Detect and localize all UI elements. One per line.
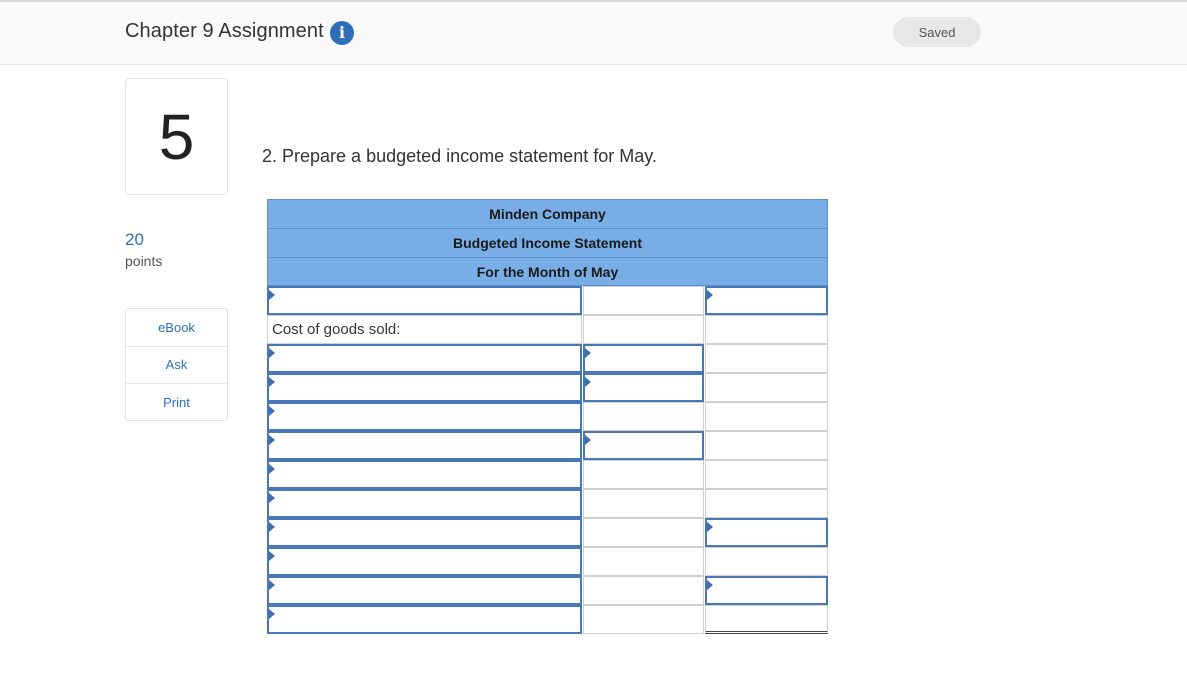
empty-cell [583, 547, 704, 576]
account-name-dropdown[interactable] [267, 605, 582, 634]
empty-cell [583, 489, 704, 518]
empty-cell [583, 576, 704, 605]
dropdown-arrow-icon [269, 551, 275, 561]
empty-cell [705, 460, 828, 489]
statement-title: Budgeted Income Statement [267, 228, 828, 257]
statement-row [267, 605, 828, 634]
statement-row [267, 373, 828, 402]
empty-cell [583, 605, 704, 634]
statement-row [267, 518, 828, 547]
amount-input[interactable] [705, 286, 828, 315]
empty-cell [705, 373, 828, 402]
question-number-box: 5 [125, 78, 228, 195]
amount-input[interactable] [583, 344, 704, 373]
empty-cell [583, 402, 704, 431]
amount-input[interactable] [583, 431, 704, 460]
empty-cell [705, 344, 828, 373]
cogs-label-cell: Cost of goods sold: [267, 315, 582, 344]
dropdown-arrow-icon [269, 348, 275, 358]
dropdown-arrow-icon [269, 580, 275, 590]
dropdown-arrow-icon [269, 377, 275, 387]
dropdown-arrow-icon [707, 522, 713, 532]
assignment-title: Chapter 9 Assignment [125, 20, 324, 42]
ebook-link[interactable]: eBook [126, 309, 227, 347]
points-value: 20 [125, 230, 144, 249]
amount-input[interactable] [705, 576, 828, 605]
account-name-dropdown[interactable] [267, 518, 582, 547]
empty-cell [705, 402, 828, 431]
account-name-dropdown[interactable] [267, 402, 582, 431]
statement-header: Minden Company Budgeted Income Statement… [267, 199, 828, 286]
ask-link[interactable]: Ask [126, 347, 227, 384]
statement-row [267, 344, 828, 373]
amount-input[interactable] [583, 373, 704, 402]
statement-row [267, 431, 828, 460]
statement-row [267, 286, 828, 315]
dropdown-arrow-icon [269, 522, 275, 532]
account-name-dropdown[interactable] [267, 460, 582, 489]
question-tools-menu: eBook Ask Print [125, 308, 228, 421]
dropdown-arrow-icon [269, 290, 275, 300]
dropdown-arrow-icon [707, 580, 713, 590]
cost-of-goods-sold-label: Cost of goods sold: [272, 321, 401, 338]
statement-row [267, 402, 828, 431]
dropdown-arrow-icon [269, 406, 275, 416]
points-label: points [125, 253, 163, 269]
account-name-dropdown[interactable] [267, 286, 582, 315]
empty-cell [583, 518, 704, 547]
statement-grid: Cost of goods sold: [267, 286, 828, 634]
print-link[interactable]: Print [126, 384, 227, 422]
dropdown-arrow-icon [269, 435, 275, 445]
dropdown-arrow-icon [585, 435, 591, 445]
empty-cell [705, 431, 828, 460]
dropdown-arrow-icon [585, 348, 591, 358]
dropdown-arrow-icon [269, 464, 275, 474]
statement-row [267, 489, 828, 518]
assignment-header: Chapter 9 Assignment i Saved [0, 2, 1187, 65]
dropdown-arrow-icon [585, 377, 591, 387]
statement-period: For the Month of May [267, 257, 828, 286]
empty-cell [583, 315, 704, 344]
net-income-total-cell [705, 605, 828, 634]
account-name-dropdown[interactable] [267, 344, 582, 373]
empty-cell [705, 489, 828, 518]
account-name-dropdown[interactable] [267, 431, 582, 460]
statement-row [267, 460, 828, 489]
dropdown-arrow-icon [269, 609, 275, 619]
saved-status-badge: Saved [893, 17, 981, 47]
account-name-dropdown[interactable] [267, 489, 582, 518]
question-text: 2. Prepare a budgeted income statement f… [262, 146, 657, 166]
dropdown-arrow-icon [707, 290, 713, 300]
info-icon[interactable]: i [330, 21, 354, 45]
statement-row [267, 547, 828, 576]
company-name: Minden Company [267, 199, 828, 228]
statement-row: Cost of goods sold: [267, 315, 828, 344]
question-number: 5 [158, 100, 195, 173]
dropdown-arrow-icon [269, 493, 275, 503]
empty-cell [705, 547, 828, 576]
empty-cell [705, 315, 828, 344]
account-name-dropdown[interactable] [267, 373, 582, 402]
statement-row [267, 576, 828, 605]
account-name-dropdown[interactable] [267, 576, 582, 605]
empty-cell [583, 460, 704, 489]
amount-input[interactable] [705, 518, 828, 547]
account-name-dropdown[interactable] [267, 547, 582, 576]
empty-cell [583, 286, 704, 315]
